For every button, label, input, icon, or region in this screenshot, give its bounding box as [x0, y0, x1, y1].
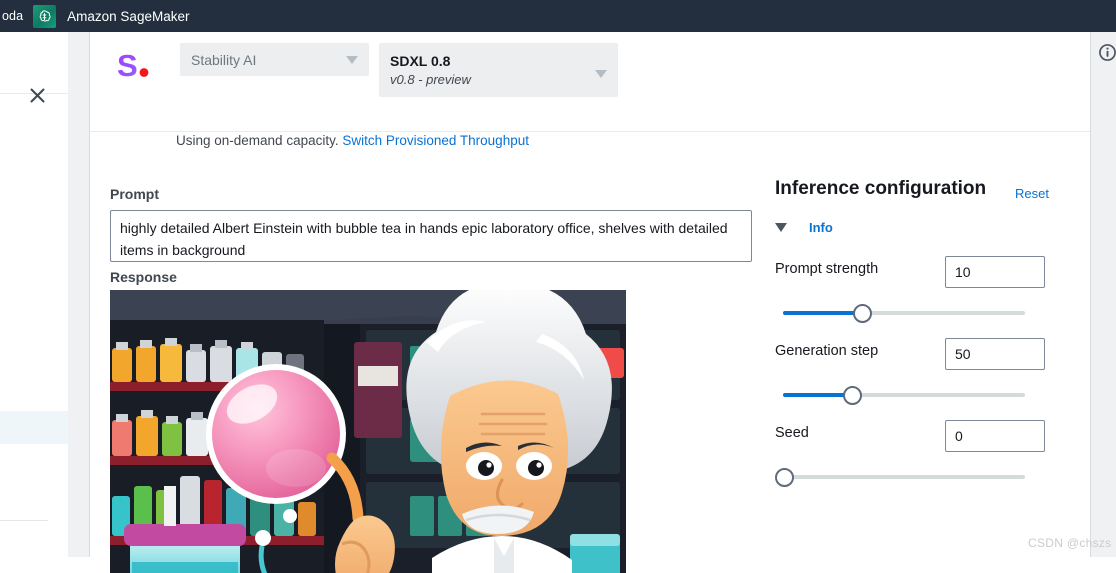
sagemaker-brain-icon — [33, 5, 56, 28]
playground-main: S Stability AI SDXL 0.8 v0.8 - preview — [90, 32, 1090, 557]
seed-slider[interactable] — [775, 468, 1025, 486]
model-selection-bar: S Stability AI SDXL 0.8 v0.8 - preview — [90, 32, 1090, 132]
right-side-strip — [1090, 32, 1116, 557]
stability-ai-logo-icon: S — [109, 39, 161, 91]
triangle-down-icon[interactable] — [775, 223, 787, 232]
seed-input[interactable] — [945, 420, 1045, 452]
param-label: Seed — [775, 425, 809, 441]
close-icon[interactable] — [26, 84, 48, 106]
slider-thumb[interactable] — [775, 468, 794, 487]
response-label: Response — [110, 269, 177, 285]
page-body: S Stability AI SDXL 0.8 v0.8 - preview — [0, 32, 1116, 557]
prompt-strength-slider[interactable] — [775, 304, 1025, 322]
left-panel-divider — [0, 520, 48, 521]
slider-fill — [783, 311, 863, 315]
watermark: CSDN @chszs — [1028, 536, 1112, 550]
generation-step-slider[interactable] — [775, 386, 1025, 404]
inference-config-title: Inference configuration — [775, 178, 986, 200]
prompt-strength-input[interactable] — [945, 256, 1045, 288]
param-label: Generation step — [775, 343, 878, 359]
info-circle-icon[interactable] — [1099, 44, 1116, 61]
info-link[interactable]: Info — [809, 220, 833, 235]
info-toggle-row[interactable]: Info — [775, 220, 833, 235]
generation-step-input[interactable] — [945, 338, 1045, 370]
console-product-title: Amazon SageMaker — [67, 9, 189, 24]
svg-text:S: S — [117, 48, 138, 83]
chevron-down-icon — [346, 56, 358, 64]
sagemaker-playground-screen: oda Amazon SageMaker — [0, 0, 1116, 557]
reset-link[interactable]: Reset — [1015, 186, 1049, 201]
param-label: Prompt strength — [775, 261, 878, 277]
response-image — [110, 290, 626, 573]
model-select-name: SDXL 0.8 — [390, 52, 471, 70]
truncated-nav-label[interactable]: oda — [0, 9, 23, 23]
slider-track — [783, 475, 1025, 479]
left-panel-selected-row[interactable] — [0, 411, 68, 444]
prompt-response-column: Prompt Response — [90, 132, 762, 557]
inference-configuration-panel: Inference configuration Reset Info Promp… — [762, 132, 1090, 557]
slider-thumb[interactable] — [853, 304, 872, 323]
provider-select-value: Stability AI — [191, 52, 256, 68]
model-select[interactable]: SDXL 0.8 v0.8 - preview — [379, 43, 618, 97]
panel-gutter — [68, 32, 90, 557]
model-select-version: v0.8 - preview — [390, 71, 471, 88]
prompt-label: Prompt — [110, 186, 159, 202]
slider-thumb[interactable] — [843, 386, 862, 405]
prompt-input[interactable] — [110, 210, 752, 262]
console-top-bar: oda Amazon SageMaker — [0, 0, 1116, 32]
left-side-panel — [0, 32, 68, 557]
provider-select[interactable]: Stability AI — [180, 43, 369, 76]
chevron-down-icon — [595, 70, 607, 78]
